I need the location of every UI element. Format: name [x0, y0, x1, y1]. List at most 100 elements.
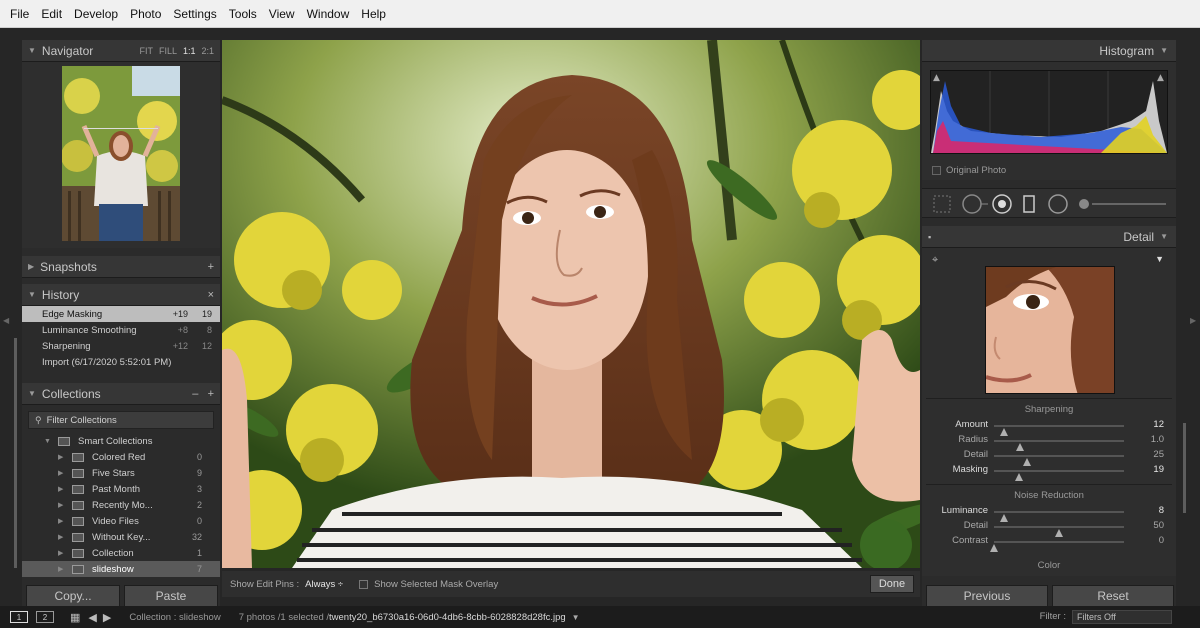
- slider-value[interactable]: 50: [1153, 520, 1164, 531]
- histogram-graph[interactable]: ▲ ▲: [930, 70, 1168, 154]
- menu-view[interactable]: View: [263, 0, 301, 28]
- collapse-triangle-icon[interactable]: ▼: [1160, 46, 1168, 55]
- grid-view-icon[interactable]: ▦: [70, 611, 80, 624]
- collection-set[interactable]: ▼ Smart Collections: [22, 433, 220, 449]
- menu-edit[interactable]: Edit: [35, 0, 68, 28]
- history-item[interactable]: Luminance Smoothing +8 8: [22, 322, 220, 338]
- collapsed-triangle-icon[interactable]: ▶: [58, 501, 66, 509]
- collapsed-triangle-icon[interactable]: ▶: [58, 453, 66, 461]
- slider-value[interactable]: 0: [1159, 535, 1164, 546]
- slider-value[interactable]: 19: [1153, 464, 1164, 475]
- collection-item[interactable]: ▶ Recently Mo... 2: [22, 497, 220, 513]
- right-panel-scrollbar[interactable]: [1183, 423, 1186, 513]
- collection-source[interactable]: Collection : slideshow: [129, 612, 220, 623]
- done-button[interactable]: Done: [870, 575, 914, 593]
- collection-item[interactable]: ▶ Without Key... 32: [22, 529, 220, 545]
- history-item[interactable]: Import (6/17/2020 5:52:01 PM): [22, 354, 220, 370]
- previous-button[interactable]: Previous: [926, 585, 1048, 607]
- slider-detail[interactable]: Detail 25: [922, 448, 1176, 466]
- slider-track[interactable]: [994, 470, 1124, 481]
- slider-track[interactable]: [994, 455, 1124, 466]
- filter-select[interactable]: Filters Off: [1072, 610, 1172, 624]
- history-item[interactable]: Sharpening +12 12: [22, 338, 220, 354]
- preview-toggle-icon[interactable]: ▼: [1155, 254, 1164, 264]
- slider-value[interactable]: 12: [1153, 419, 1164, 430]
- add-collection-button[interactable]: +: [208, 388, 214, 400]
- collapsed-triangle-icon[interactable]: ▶: [58, 565, 66, 573]
- collection-item[interactable]: ▶ Five Stars 9: [22, 465, 220, 481]
- slider-value[interactable]: 1.0: [1151, 434, 1164, 445]
- history-header[interactable]: ▼ History ×: [22, 284, 220, 306]
- left-panel-scrollbar[interactable]: [14, 338, 17, 568]
- forward-arrow-icon[interactable]: ▶: [103, 611, 111, 624]
- menu-file[interactable]: File: [4, 0, 35, 28]
- history-item[interactable]: Edge Masking +19 19: [22, 306, 220, 322]
- collection-item[interactable]: ▶ Past Month 3: [22, 481, 220, 497]
- main-photo-view[interactable]: [222, 40, 920, 568]
- left-panel-toggle-icon[interactable]: ◀: [3, 316, 9, 325]
- show-edit-pins-select[interactable]: Always ÷: [305, 579, 343, 590]
- zoom-option-2-1[interactable]: 2:1: [201, 40, 214, 62]
- secondary-display-button[interactable]: 2: [36, 611, 54, 623]
- collapsed-triangle-icon[interactable]: ▶: [58, 485, 66, 493]
- slider-amount[interactable]: Amount 12: [922, 418, 1176, 436]
- collapse-triangle-icon[interactable]: ▼: [1160, 232, 1168, 241]
- back-arrow-icon[interactable]: ◀: [88, 611, 96, 624]
- menu-tools[interactable]: Tools: [223, 0, 263, 28]
- slider-radius[interactable]: Radius 1.0: [922, 433, 1176, 451]
- collapse-triangle-icon[interactable]: ▼: [28, 46, 36, 55]
- collapse-triangle-icon[interactable]: ▼: [28, 389, 36, 398]
- slider-value[interactable]: 8: [1159, 505, 1164, 516]
- primary-display-button[interactable]: 1: [10, 611, 28, 623]
- snapshots-header[interactable]: ▶ Snapshots +: [22, 256, 220, 278]
- graduated-filter-icon[interactable]: [1023, 195, 1035, 213]
- zoom-option-fill[interactable]: FILL: [159, 40, 177, 62]
- adjustment-brush-icon[interactable]: [1079, 199, 1166, 209]
- original-photo-checkbox[interactable]: [932, 166, 941, 175]
- navigator-preview[interactable]: [62, 66, 180, 241]
- zoom-option-1-1[interactable]: 1:1: [183, 40, 196, 62]
- collapsed-triangle-icon[interactable]: ▶: [58, 533, 66, 541]
- filter-collections-input[interactable]: ⚲ Filter Collections: [28, 411, 214, 429]
- slider-contrast[interactable]: Contrast 0: [922, 534, 1176, 552]
- slider-luminance[interactable]: Luminance 8: [922, 504, 1176, 522]
- collection-item[interactable]: ▶ Collection 1: [22, 545, 220, 561]
- menu-photo[interactable]: Photo: [124, 0, 167, 28]
- slider-track[interactable]: [990, 541, 1124, 552]
- radial-filter-icon[interactable]: [1048, 194, 1068, 214]
- zoom-option-fit[interactable]: FIT: [139, 40, 153, 62]
- right-panel-toggle-icon[interactable]: ▶: [1190, 316, 1196, 325]
- clear-history-button[interactable]: ×: [208, 284, 214, 306]
- menu-window[interactable]: Window: [301, 0, 356, 28]
- collapsed-triangle-icon[interactable]: ▶: [58, 549, 66, 557]
- collapse-triangle-icon[interactable]: ▶: [28, 262, 34, 271]
- slider-value[interactable]: 25: [1153, 449, 1164, 460]
- spot-removal-icon[interactable]: [962, 194, 988, 214]
- copy-button[interactable]: Copy...: [26, 585, 120, 607]
- remove-collection-button[interactable]: –: [192, 388, 198, 400]
- filename-dropdown-icon[interactable]: ▼: [572, 613, 580, 622]
- expanded-triangle-icon[interactable]: ▼: [44, 438, 52, 445]
- slider-track[interactable]: [994, 440, 1124, 451]
- menu-develop[interactable]: Develop: [68, 0, 124, 28]
- collapse-triangle-icon[interactable]: ▼: [28, 290, 36, 299]
- mask-overlay-checkbox[interactable]: [359, 579, 369, 589]
- slider-track[interactable]: [994, 511, 1124, 522]
- collapsed-triangle-icon[interactable]: ▶: [58, 517, 66, 525]
- original-photo-toggle[interactable]: Original Photo: [932, 165, 1006, 176]
- collection-item[interactable]: ▶ slideshow 7: [22, 561, 220, 577]
- red-eye-icon[interactable]: [992, 194, 1012, 214]
- menu-help[interactable]: Help: [355, 0, 392, 28]
- collection-item[interactable]: ▶ Video Files 0: [22, 513, 220, 529]
- selected-filename[interactable]: twenty20_b6730a16-06d0-4db6-8cbb-6028828…: [329, 612, 566, 623]
- slider-thumb[interactable]: [990, 544, 998, 552]
- histogram-header[interactable]: Histogram ▼: [922, 40, 1176, 62]
- detail-zoom-preview[interactable]: [985, 266, 1115, 394]
- detail-header[interactable]: ▪ Detail ▼: [922, 226, 1176, 248]
- add-snapshot-button[interactable]: +: [208, 256, 214, 278]
- slider-detail[interactable]: Detail 50: [922, 519, 1176, 537]
- collections-header[interactable]: ▼ Collections – +: [22, 383, 220, 405]
- crop-tool-icon[interactable]: [933, 195, 951, 213]
- navigator-header[interactable]: ▼ Navigator FIT FILL 1:1 2:1: [22, 40, 220, 62]
- slider-thumb[interactable]: [1014, 473, 1023, 481]
